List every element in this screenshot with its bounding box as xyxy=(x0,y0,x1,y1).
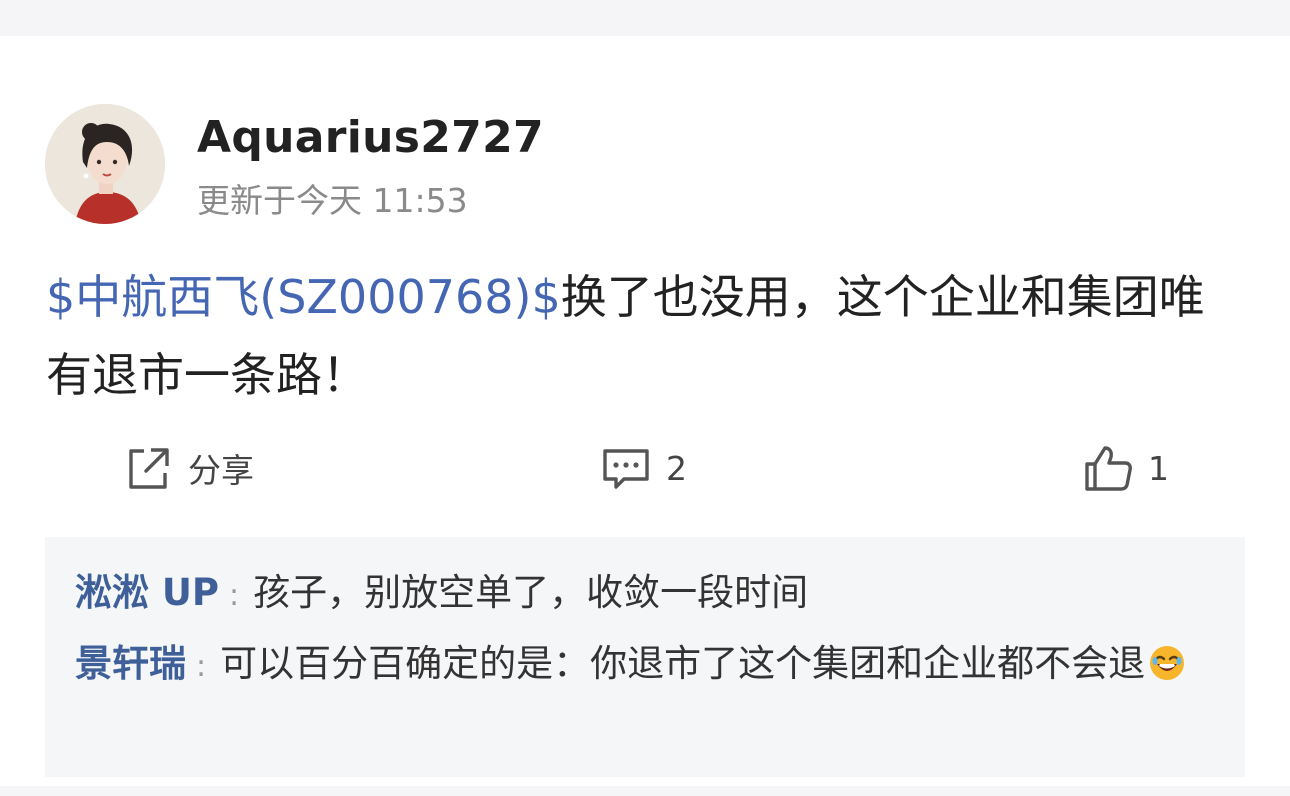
share-button[interactable]: 分享 xyxy=(122,436,254,500)
comment-separator: : xyxy=(196,649,207,684)
comment-item[interactable]: 景轩瑞: 可以百分百确定的是：你退市了这个集团和企业都不会退 xyxy=(75,630,1215,701)
comment-author[interactable]: 淞淞 UP xyxy=(75,571,219,614)
stock-tag-link[interactable]: $中航西飞(SZ000768)$ xyxy=(46,270,561,324)
comment-preview-list[interactable]: 淞淞 UP: 孩子，别放空单了，收敛一段时间 景轩瑞: 可以百分百确定的是：你退市了… xyxy=(45,537,1245,777)
thumbs-up-icon xyxy=(1085,446,1132,491)
comment-icon xyxy=(603,449,649,489)
comment-author[interactable]: 景轩瑞 xyxy=(75,642,186,685)
top-divider xyxy=(0,0,1290,36)
post-body: $中航西飞(SZ000768)$换了也没用，这个企业和集团唯有退市一条路！ xyxy=(46,258,1246,414)
bottom-divider xyxy=(0,786,1290,796)
avatar-image xyxy=(45,104,165,224)
author-name[interactable]: Aquarius2727 xyxy=(197,112,544,163)
comment-text: 孩子，别放空单了，收敛一段时间 xyxy=(253,571,809,614)
post-timestamp: 更新于今天 11:53 xyxy=(197,181,468,220)
laughing-emoji-icon xyxy=(1150,646,1185,680)
comment-button[interactable]: 2 xyxy=(600,436,687,500)
post-card[interactable]: Aquarius2727 更新于今天 11:53 $中航西飞(SZ000768)… xyxy=(0,36,1290,786)
like-button[interactable]: 1 xyxy=(1082,436,1169,500)
comment-count: 2 xyxy=(666,448,687,488)
comment-separator: : xyxy=(229,578,240,613)
share-icon xyxy=(129,448,169,489)
comment-item[interactable]: 淞淞 UP: 孩子，别放空单了，收敛一段时间 xyxy=(75,559,1215,630)
comment-text: 可以百分百确定的是：你退市了这个集团和企业都不会退 xyxy=(220,642,1146,685)
action-bar: 分享 2 1 xyxy=(0,436,1290,500)
like-count: 1 xyxy=(1148,448,1169,488)
share-label: 分享 xyxy=(188,451,254,490)
avatar[interactable] xyxy=(45,104,165,224)
